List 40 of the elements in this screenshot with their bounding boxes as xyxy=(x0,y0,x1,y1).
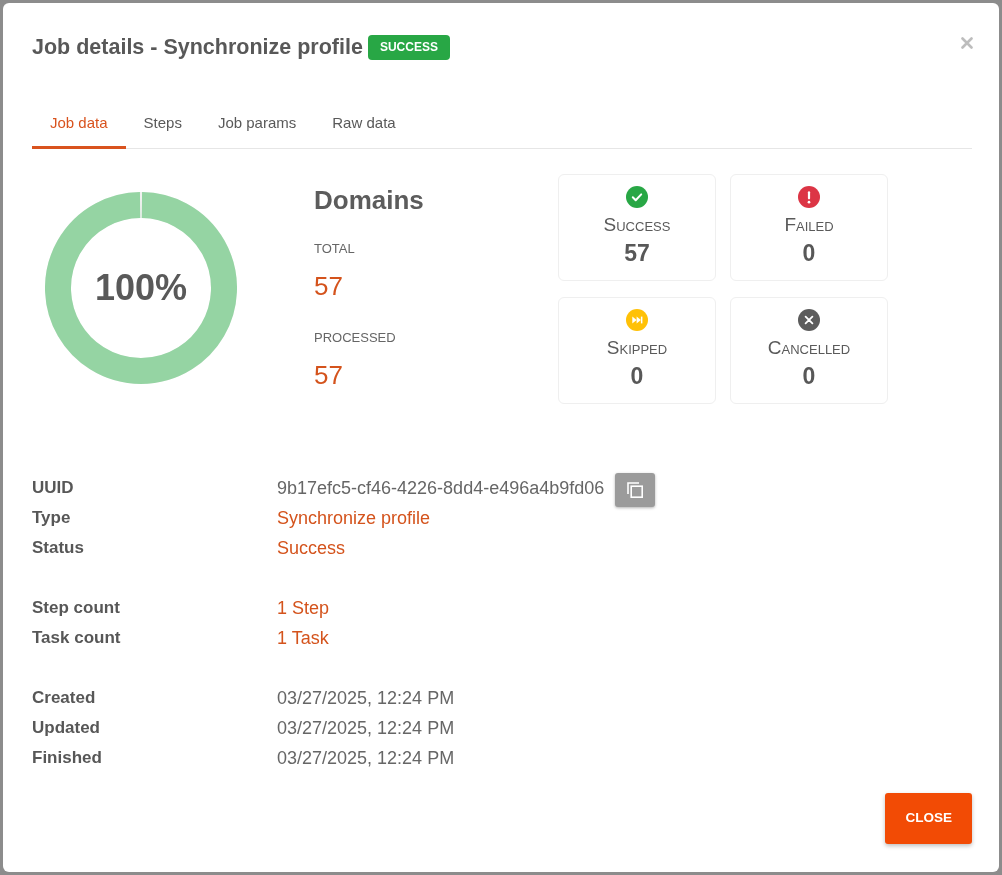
result-label: Success xyxy=(603,213,671,237)
result-label: Failed xyxy=(784,213,834,237)
result-label: Skipped xyxy=(606,336,668,360)
stat-value: 57 xyxy=(314,270,343,302)
result-count: 57 xyxy=(624,240,650,266)
detail-label: Type xyxy=(32,507,72,529)
detail-label: Updated xyxy=(32,717,101,739)
tab[interactable]: Raw data xyxy=(314,100,414,149)
stat-value: 57 xyxy=(314,359,343,391)
detail-label: Task count xyxy=(32,627,122,649)
domains-title: Domains xyxy=(314,185,424,215)
detail-value: 03/27/2025, 12:24 PM xyxy=(277,687,455,710)
copy-button[interactable] xyxy=(615,472,656,507)
result-label: Cancelled xyxy=(767,336,851,360)
copy-icon xyxy=(627,481,644,498)
close-icon[interactable] xyxy=(961,37,973,49)
detail-label: Step count xyxy=(32,597,121,619)
detail-value: 03/27/2025, 12:24 PM xyxy=(277,747,455,770)
result-count: 0 xyxy=(802,240,816,266)
detail-label: Status xyxy=(32,537,85,559)
detail-value: 1 Step xyxy=(277,597,330,620)
result-count: 0 xyxy=(630,363,644,389)
progress-percent: 100% xyxy=(94,268,188,308)
stat-label: TOTAL xyxy=(314,240,355,258)
tab[interactable]: Job params xyxy=(199,100,315,149)
detail-value: Synchronize profile xyxy=(277,507,431,530)
status-badge: SUCCESS xyxy=(367,34,450,60)
tab[interactable]: Job data xyxy=(32,100,126,149)
detail-label: Created xyxy=(32,687,97,709)
close-button[interactable]: CLOSE xyxy=(885,793,972,844)
dialog-title: Job details - Synchronize profile xyxy=(32,33,363,61)
result-count: 0 xyxy=(802,363,816,389)
detail-value: 1 Task xyxy=(277,627,329,650)
tab[interactable]: Steps xyxy=(125,100,200,149)
detail-value: Success xyxy=(277,537,346,560)
stat-label: PROCESSED xyxy=(314,329,396,347)
detail-value: 03/27/2025, 12:24 PM xyxy=(277,717,455,740)
detail-value: 9b17efc5-cf46-4226-8dd4-e496a4b9fd06 xyxy=(277,477,605,500)
detail-label: Finished xyxy=(32,747,103,769)
detail-label: UUID xyxy=(32,477,75,499)
